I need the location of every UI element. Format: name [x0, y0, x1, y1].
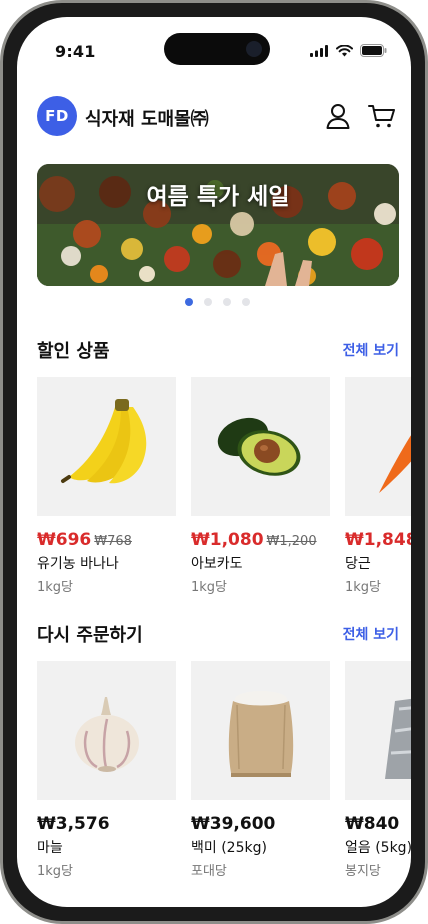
- product-price-row: ₩39,600: [191, 814, 331, 834]
- store-logo[interactable]: FD: [37, 96, 77, 136]
- status-bar: 9:41: [17, 17, 411, 73]
- original-price: ₩768: [94, 534, 132, 549]
- product-name: 아보카도: [191, 556, 243, 572]
- store-name: 식자재 도매몰㈜: [85, 109, 209, 130]
- promo-banner[interactable]: 여름 특가 세일: [37, 164, 399, 286]
- product-name: 유기농 바나나: [37, 556, 119, 572]
- product-price: ₩840: [345, 814, 400, 834]
- phone-frame: 9:41 FD 식자재 도매몰㈜ 여름 특가 세일 할인 상품 전체 보기 ₩6…: [0, 0, 428, 924]
- product-price-row: ₩1,080 ₩1,200: [191, 530, 331, 550]
- product-card[interactable]: ₩39,600 백미 (25kg) 포대당: [191, 661, 331, 879]
- product-image-ice-bag: [345, 661, 411, 800]
- reorder-see-all-link[interactable]: 전체 보기: [343, 624, 399, 644]
- banner-dot-1[interactable]: [185, 298, 193, 306]
- product-unit: 포대당: [191, 864, 227, 879]
- product-name: 백미 (25kg): [191, 840, 267, 856]
- banner-dot-4[interactable]: [242, 298, 250, 306]
- product-price-row: ₩840: [345, 814, 411, 834]
- status-icons: [310, 44, 387, 57]
- product-name: 얼음 (5kg): [345, 840, 411, 856]
- app-header: FD 식자재 도매몰㈜: [37, 95, 399, 141]
- reorder-section-title: 다시 주문하기: [37, 625, 143, 646]
- cart-icon[interactable]: [367, 101, 397, 131]
- app-screen: 9:41 FD 식자재 도매몰㈜ 여름 특가 세일 할인 상품 전체 보기 ₩6…: [17, 17, 411, 907]
- product-unit: 봉지당: [345, 864, 381, 879]
- product-card[interactable]: ₩3,576 마늘 1kg당: [37, 661, 177, 879]
- banner-dot-2[interactable]: [204, 298, 212, 306]
- product-name: 마늘: [37, 840, 63, 856]
- product-card[interactable]: ₩696 ₩768 유기농 바나나 1kg당: [37, 377, 177, 595]
- product-card[interactable]: ₩1,080 ₩1,200 아보카도 1kg당: [191, 377, 331, 595]
- product-unit: 1kg당: [37, 580, 74, 595]
- product-image-avocado: [191, 377, 330, 516]
- user-icon[interactable]: [323, 101, 353, 131]
- product-image-banana: [37, 377, 176, 516]
- product-card[interactable]: ₩1,848 당근 1kg당: [345, 377, 411, 595]
- product-unit: 1kg당: [345, 580, 382, 595]
- sale-price: ₩696: [37, 530, 92, 550]
- original-price: ₩1,200: [266, 534, 317, 549]
- product-image-carrot: [345, 377, 411, 516]
- wifi-icon: [336, 44, 353, 56]
- sale-section-title: 할인 상품: [37, 341, 110, 362]
- dynamic-island: [164, 33, 270, 65]
- sale-price: ₩1,848: [345, 530, 411, 550]
- product-price: ₩39,600: [191, 814, 276, 834]
- sale-see-all-link[interactable]: 전체 보기: [343, 340, 399, 360]
- product-price: ₩3,576: [37, 814, 110, 834]
- signal-icon: [310, 44, 328, 57]
- banner-title: 여름 특가 세일: [146, 184, 290, 210]
- product-image-rice-sack: [191, 661, 330, 800]
- product-unit: 1kg당: [191, 580, 228, 595]
- product-price-row: ₩3,576: [37, 814, 177, 834]
- banner-dot-3[interactable]: [223, 298, 231, 306]
- product-price-row: ₩696 ₩768: [37, 530, 177, 550]
- product-card[interactable]: ₩840 얼음 (5kg) 봉지당: [345, 661, 411, 879]
- product-unit: 1kg당: [37, 864, 74, 879]
- status-time: 9:41: [55, 42, 96, 61]
- banner-pagination: [185, 298, 250, 306]
- product-image-garlic: [37, 661, 176, 800]
- battery-icon: [360, 44, 387, 57]
- product-name: 당근: [345, 556, 371, 572]
- product-price-row: ₩1,848: [345, 530, 411, 550]
- sale-price: ₩1,080: [191, 530, 264, 550]
